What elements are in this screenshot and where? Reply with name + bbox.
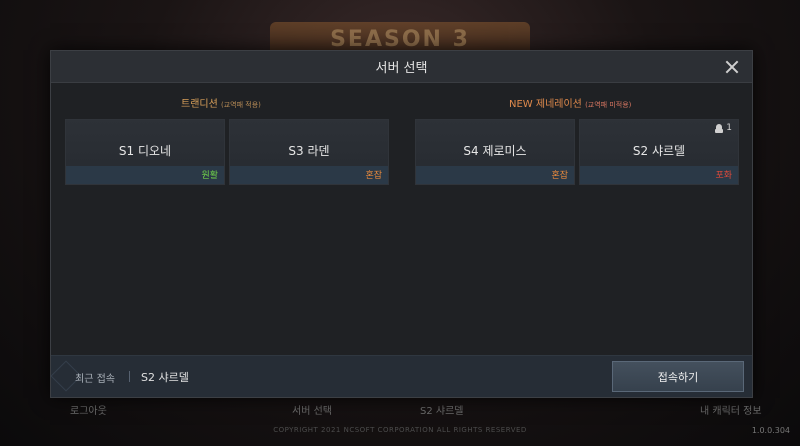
- server-name: S4 제로미스: [463, 144, 527, 158]
- bg-logout-link: 로그아웃: [70, 406, 107, 417]
- server-status-bar: 혼잡: [416, 166, 574, 184]
- server-card-s4[interactable]: S4 제로미스 혼잡: [415, 119, 575, 185]
- dialog-title: 서버 선택: [375, 61, 428, 76]
- character-count-badge: 1: [715, 123, 732, 133]
- dialog-header: 서버 선택: [51, 51, 752, 83]
- bg-current-server: S2 샤르델: [420, 406, 464, 417]
- connect-button[interactable]: 접속하기: [612, 361, 744, 392]
- user-icon: [715, 123, 724, 133]
- copyright-text: COPYRIGHT 2021 NCSOFT CORPORATION ALL RI…: [273, 426, 527, 434]
- server-name: S2 샤르델: [632, 144, 686, 158]
- dialog-footer: 최근 접속 S2 샤르델 접속하기: [50, 355, 752, 397]
- server-status: 원활: [201, 171, 218, 181]
- bg-server-select-link: 서버 선택: [292, 406, 332, 417]
- server-select-dialog: 서버 선택 트랜디션 (교역패 적용) NEW 제네레이션 (교역패 미적용) …: [50, 50, 753, 398]
- group-subtitle-label: (교역패 적용): [221, 101, 261, 109]
- server-name: S3 라덴: [288, 144, 330, 158]
- server-card-s2[interactable]: 1 S2 샤르델 포화: [579, 119, 739, 185]
- recent-connection-label: 최근 접속: [75, 374, 115, 385]
- server-card-s3[interactable]: S3 라덴 혼잡: [229, 119, 389, 185]
- server-status-bar: 포화: [580, 166, 738, 184]
- server-card-s1[interactable]: S1 디오네 원활: [65, 119, 225, 185]
- server-status: 포화: [715, 171, 732, 181]
- bg-character-info: 내 캐릭터 정보: [700, 406, 762, 417]
- recent-connection-server: S2 샤르델: [141, 371, 189, 384]
- group-title-tradition: 트랜디션 (교역패 적용): [181, 95, 261, 110]
- character-count: 1: [726, 123, 732, 133]
- server-status-bar: 원활: [66, 166, 224, 184]
- server-status: 혼잡: [551, 171, 568, 181]
- background-footer: 로그아웃 서버 선택 S2 샤르델 내 캐릭터 정보 COPYRIGHT 202…: [0, 396, 800, 446]
- group-title-new-generation: NEW 제네레이션 (교역패 미적용): [509, 95, 631, 110]
- group-title-label: 트랜디션: [181, 99, 218, 110]
- close-icon[interactable]: [724, 59, 740, 75]
- server-status-bar: 혼잡: [230, 166, 388, 184]
- divider: [129, 371, 130, 382]
- server-name: S1 디오네: [118, 144, 172, 158]
- server-status: 혼잡: [365, 171, 382, 181]
- group-title-label: NEW 제네레이션: [509, 99, 582, 110]
- group-subtitle-label: (교역패 미적용): [585, 101, 632, 109]
- version-text: 1.0.0.304: [751, 426, 790, 435]
